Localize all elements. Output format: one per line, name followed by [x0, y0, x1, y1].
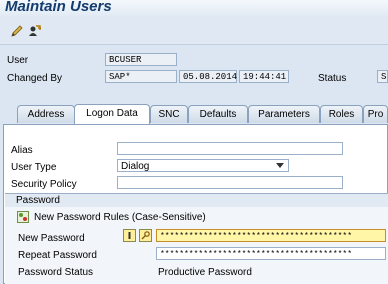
new-password-input[interactable]: ****************************************: [156, 229, 386, 242]
other-user-icon[interactable]: [28, 24, 42, 38]
tab-snc[interactable]: SNC: [150, 105, 188, 123]
tab-address[interactable]: Address: [17, 105, 75, 123]
change-icon[interactable]: [10, 24, 24, 38]
tab-profiles[interactable]: Pro: [363, 105, 388, 123]
changed-time-field: 19:44:41: [239, 70, 289, 83]
tab-roles[interactable]: Roles: [320, 105, 363, 123]
new-password-label: New Password: [18, 233, 85, 244]
alias-label: Alias: [11, 145, 33, 156]
security-policy-input[interactable]: [117, 176, 343, 189]
changed-by-field: SAP*: [105, 70, 177, 83]
password-section-header: Password: [5, 193, 388, 208]
user-type-select[interactable]: Dialog: [117, 159, 289, 172]
tab-parameters[interactable]: Parameters: [248, 105, 320, 123]
tab-defaults[interactable]: Defaults: [188, 105, 248, 123]
page-title: Maintain Users: [5, 0, 112, 15]
user-type-label: User Type: [11, 162, 57, 173]
password-rules-icon[interactable]: [17, 211, 29, 223]
status-label: Status: [318, 73, 347, 84]
repeat-password-input[interactable]: ****************************************: [156, 247, 386, 260]
user-type-value: Dialog: [121, 161, 150, 172]
toolbar: [0, 18, 388, 45]
tab-strip: Address Logon Data SNC Defaults Paramete…: [0, 104, 388, 124]
chevron-down-icon[interactable]: [276, 163, 284, 168]
title-bar: Maintain Users: [0, 0, 388, 18]
key-icon[interactable]: [139, 229, 152, 242]
user-field: BCUSER: [105, 53, 177, 66]
changed-date-field: 05.08.2014: [179, 70, 237, 83]
password-rules-label[interactable]: New Password Rules (Case-Sensitive): [34, 212, 206, 223]
repeat-password-label: Repeat Password: [18, 250, 97, 261]
alias-input[interactable]: [117, 142, 343, 155]
user-label: User: [7, 55, 29, 66]
password-status-label: Password Status: [18, 267, 94, 278]
password-section-title: Password: [16, 195, 60, 206]
security-policy-label: Security Policy: [11, 179, 77, 190]
status-field: S: [377, 70, 388, 83]
info-icon[interactable]: [123, 229, 136, 242]
password-status-value: Productive Password: [158, 267, 252, 278]
changed-by-label: Changed By: [7, 73, 63, 84]
tab-logon-data[interactable]: Logon Data: [74, 104, 150, 124]
